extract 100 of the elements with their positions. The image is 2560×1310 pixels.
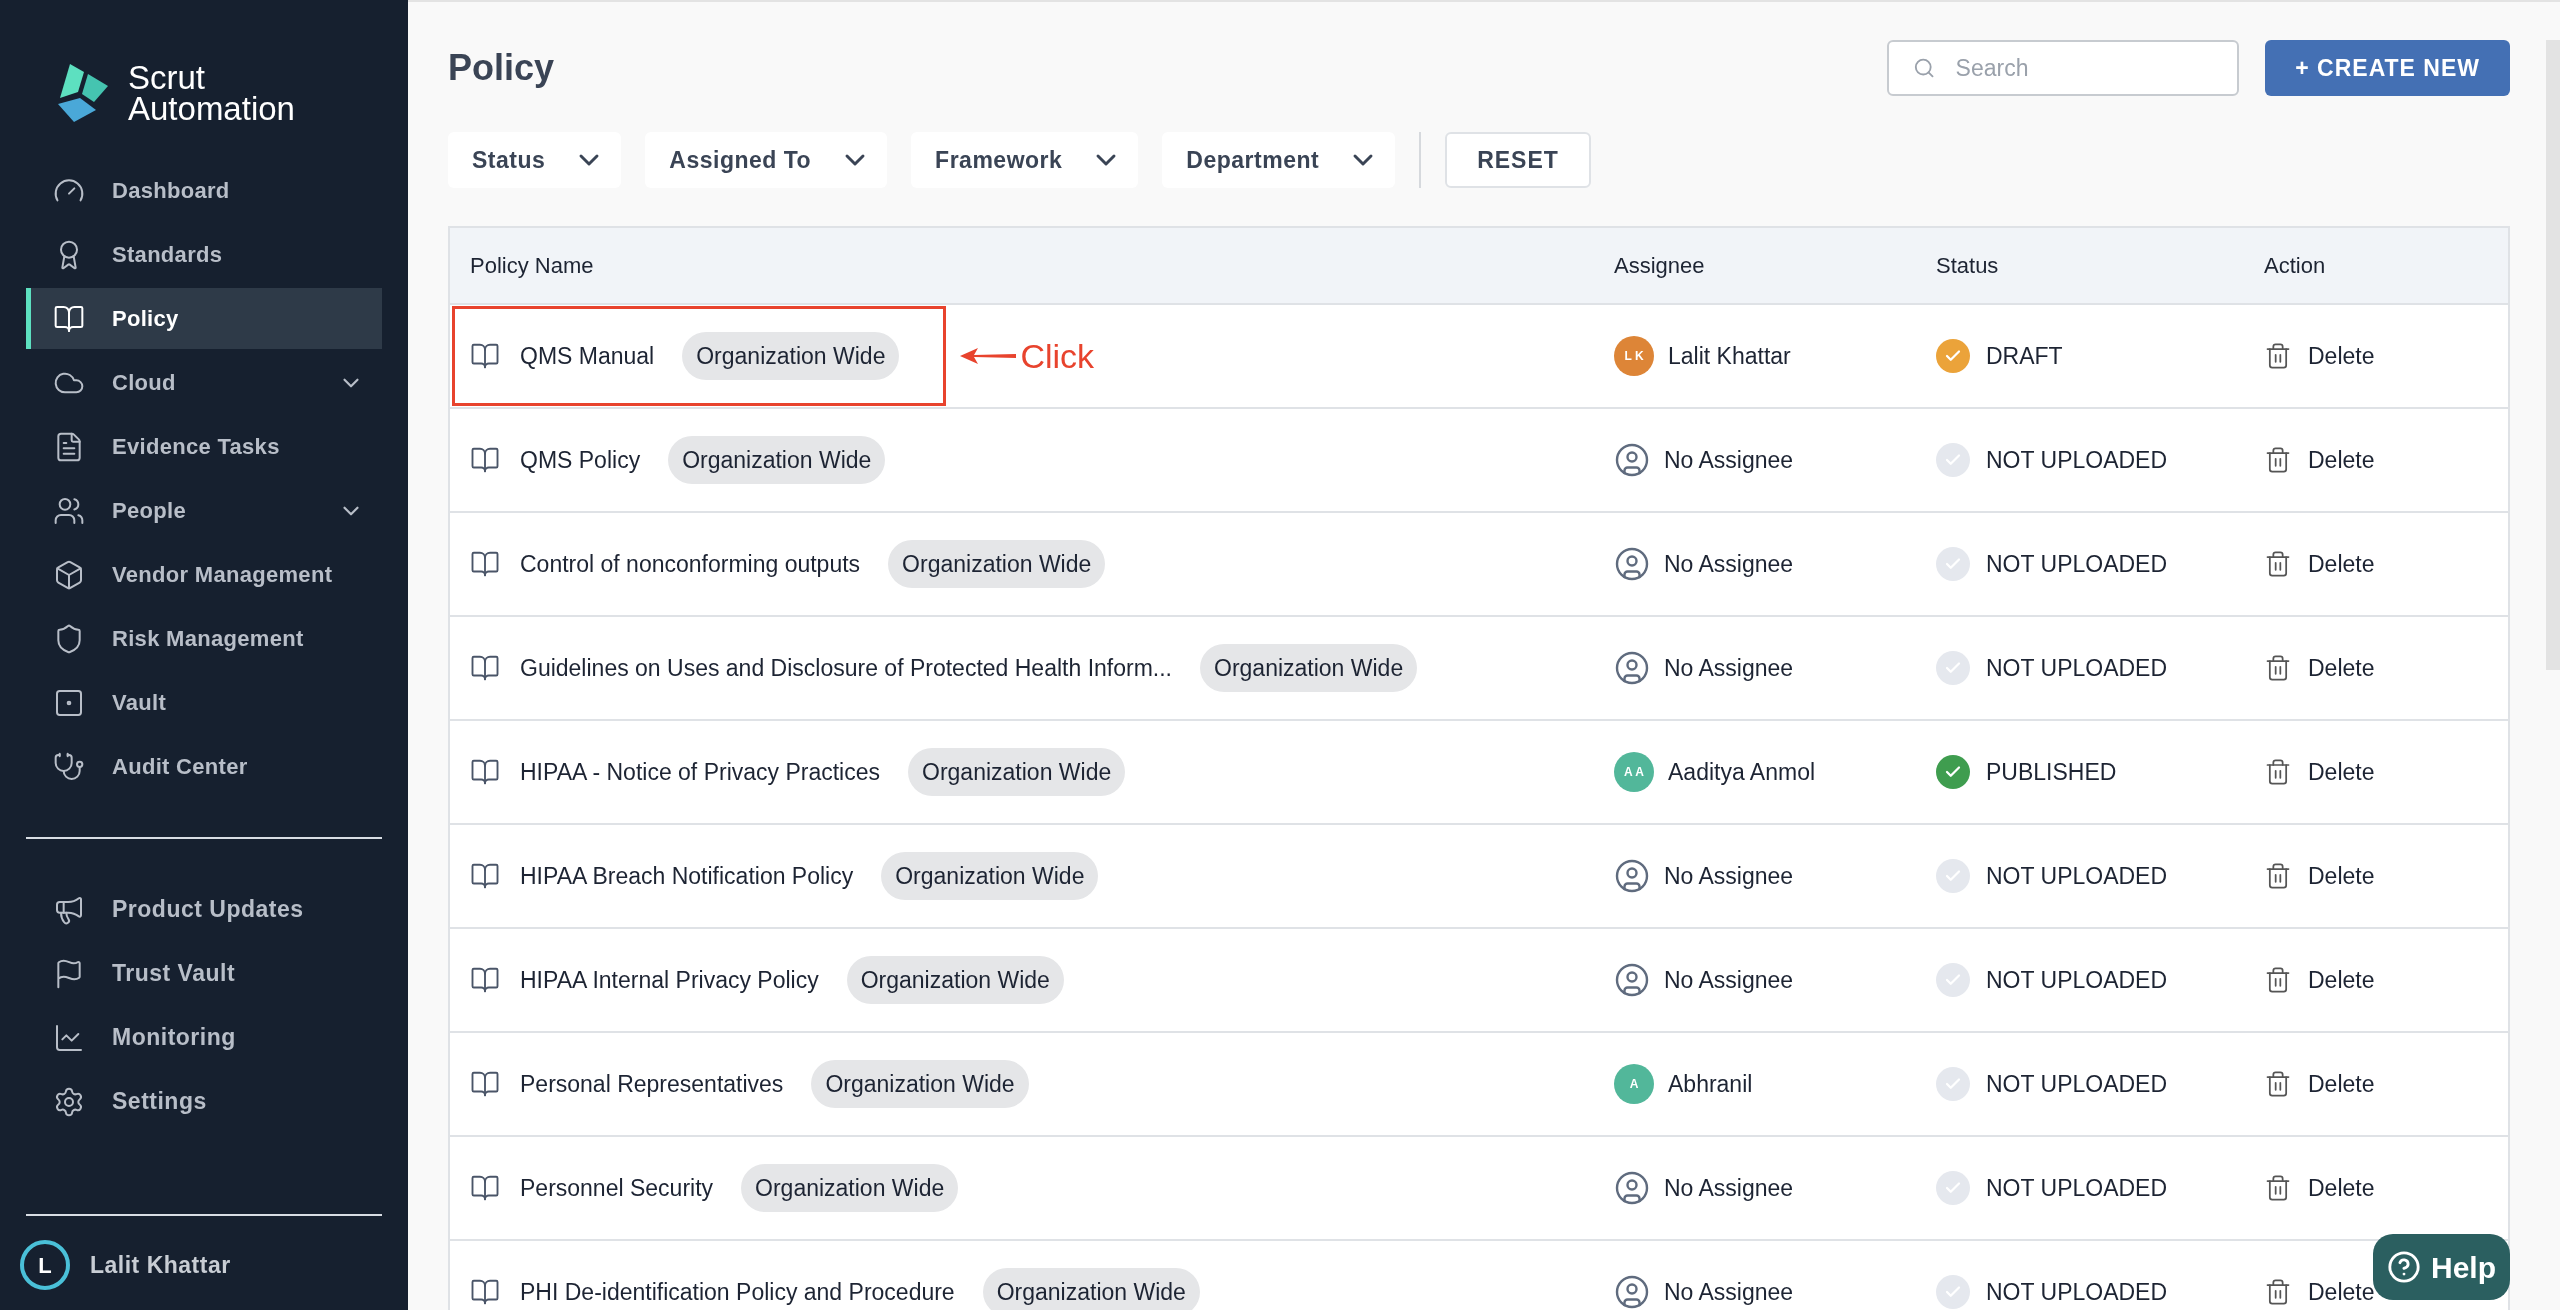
nav-item[interactable]: Product Updates [26, 879, 382, 940]
policy-name[interactable]: Personnel Security [520, 1170, 714, 1206]
nav-item[interactable]: Dashboard [26, 160, 382, 221]
delete-button[interactable]: Delete [2264, 962, 2375, 998]
settings-icon [53, 1085, 85, 1118]
nav-item[interactable]: Evidence Tasks [26, 416, 382, 477]
scope-tag: Organization Wide [881, 851, 1099, 901]
policy-name[interactable]: HIPAA Internal Privacy Policy [520, 962, 819, 998]
page-title: Policy [448, 46, 555, 90]
create-new-button[interactable]: + CREATE NEW [2265, 40, 2510, 96]
policy-name[interactable]: QMS Policy [520, 442, 641, 478]
nav-item[interactable]: Cloud [26, 352, 382, 413]
nav-item[interactable]: Monitoring [26, 1007, 382, 1068]
delete-button[interactable]: Delete [2264, 754, 2375, 790]
policy-name[interactable]: HIPAA Breach Notification Policy [520, 858, 854, 894]
user-icon [1614, 962, 1650, 998]
delete-button[interactable]: Delete [2264, 1066, 2375, 1102]
user-icon [1614, 1170, 1650, 1206]
trash-icon [2264, 654, 2292, 682]
policy-name[interactable]: HIPAA - Notice of Privacy Practices [520, 754, 880, 790]
trash-icon [2264, 342, 2292, 370]
trash-icon [2264, 758, 2292, 786]
trash-icon [2264, 862, 2292, 890]
scope-tag: Organization Wide [888, 539, 1106, 589]
nav-item[interactable]: Standards [26, 224, 382, 285]
nav-item[interactable]: People [26, 480, 382, 541]
nav-item[interactable]: Vendor Management [26, 544, 382, 605]
delete-button[interactable]: Delete [2264, 1170, 2375, 1206]
book-icon [470, 1069, 500, 1099]
assignee-avatar: A A [1614, 752, 1654, 792]
assignee-name: No Assignee [1664, 861, 1794, 891]
user-icon [1614, 858, 1650, 894]
cube-icon [53, 558, 85, 591]
trash-icon [2264, 1174, 2292, 1202]
nav-item[interactable]: Vault [26, 672, 382, 733]
trash-icon [2264, 1278, 2292, 1306]
policy-name[interactable]: PHI De-identification Policy and Procedure [520, 1274, 955, 1310]
book-icon [470, 861, 500, 891]
nav-item[interactable]: Trust Vault [26, 943, 382, 1004]
nav-item[interactable]: Policy [26, 288, 382, 349]
book-icon [470, 1173, 500, 1203]
status-label: NOT UPLOADED [1986, 1173, 2168, 1203]
search-input[interactable]: Search [1955, 50, 2214, 86]
assignee-name: No Assignee [1664, 1277, 1794, 1307]
book-icon [470, 549, 500, 579]
status-label: NOT UPLOADED [1986, 965, 2168, 995]
assignee-avatar: A [1614, 1064, 1654, 1104]
filter-dropdown[interactable]: Department [1162, 132, 1396, 188]
assignee-name: No Assignee [1664, 965, 1794, 995]
policy-name[interactable]: Personal Representatives [520, 1066, 784, 1102]
book-icon [470, 341, 500, 371]
status-label: NOT UPLOADED [1986, 1069, 2168, 1099]
filter-dropdown[interactable]: Status [448, 132, 622, 188]
brand-name: Scrut Automation [128, 62, 295, 124]
delete-button[interactable]: Delete [2264, 546, 2375, 582]
assignee-name: No Assignee [1664, 1173, 1794, 1203]
nav-item[interactable]: Settings [26, 1071, 382, 1132]
status-label: NOT UPLOADED [1986, 653, 2168, 683]
assignee-name: Aaditya Anmol [1668, 757, 1816, 787]
user-avatar[interactable]: L [20, 1240, 70, 1290]
callout-text: Click [1020, 335, 1095, 377]
delete-button[interactable]: Delete [2264, 1274, 2375, 1310]
stethoscope-icon [53, 750, 85, 783]
delete-button[interactable]: Delete [2264, 650, 2375, 686]
nav-item[interactable]: Risk Management [26, 608, 382, 669]
policy-name[interactable]: Control of nonconforming outputs [520, 546, 861, 582]
scope-tag: Organization Wide [908, 747, 1126, 797]
scope-tag: Organization Wide [982, 1267, 1200, 1310]
delete-button[interactable]: Delete [2264, 858, 2375, 894]
status-label: NOT UPLOADED [1986, 861, 2168, 891]
book-icon [470, 445, 500, 475]
policy-name[interactable]: QMS Manual [520, 338, 655, 374]
assignee-name: No Assignee [1664, 653, 1794, 683]
book-icon [470, 965, 500, 995]
assignee-avatar: L K [1614, 336, 1654, 376]
delete-button[interactable]: Delete [2264, 442, 2375, 478]
help-icon [2387, 1250, 2421, 1284]
policy-name[interactable]: Guidelines on Uses and Disclosure of Protected Health Inform... [520, 650, 1172, 686]
reset-button[interactable]: RESET [1445, 132, 1591, 188]
trash-icon [2264, 446, 2292, 474]
status-label: NOT UPLOADED [1986, 1277, 2168, 1307]
user-icon [1614, 650, 1650, 686]
nav-item[interactable]: Audit Center [26, 736, 382, 797]
delete-button[interactable]: Delete [2264, 338, 2375, 374]
trash-icon [2264, 966, 2292, 994]
user-icon [1614, 1274, 1650, 1310]
filter-dropdown[interactable]: Assigned To [645, 132, 888, 188]
status-label: NOT UPLOADED [1986, 445, 2168, 475]
user-name: Lalit Khattar [90, 1250, 231, 1280]
status-label: PUBLISHED [1986, 757, 2117, 787]
scope-tag: Organization Wide [682, 331, 900, 381]
scope-tag: Organization Wide [846, 955, 1064, 1005]
scope-tag: Organization Wide [811, 1059, 1029, 1109]
filter-dropdown[interactable]: Framework [911, 132, 1139, 188]
trash-icon [2264, 550, 2292, 578]
search-field[interactable]: Search [1887, 40, 2240, 96]
pointer-arrow [960, 346, 1017, 366]
book-icon [470, 1277, 500, 1307]
help-button[interactable]: Help [2373, 1234, 2510, 1300]
column-header: Action [2264, 252, 2326, 280]
